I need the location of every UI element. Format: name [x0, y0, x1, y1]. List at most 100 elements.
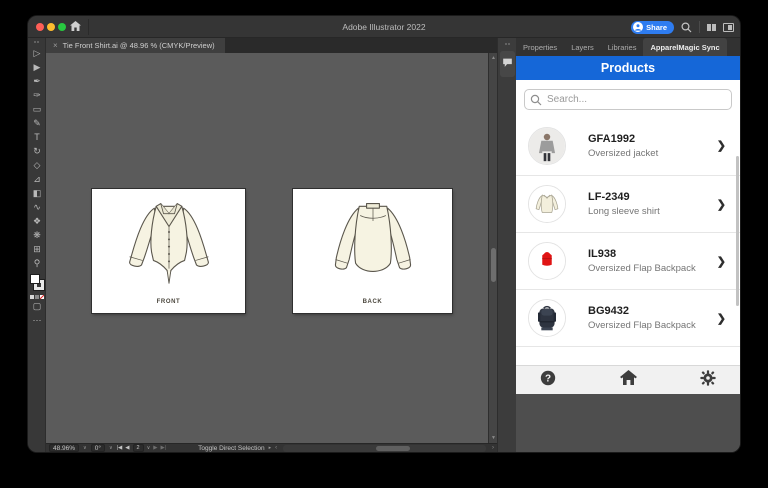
product-code: LF-2349 — [588, 191, 630, 203]
edit-toolbar-icon[interactable]: ⋯ — [28, 313, 46, 327]
blend-tool-icon[interactable]: ❖ — [28, 214, 46, 228]
statusbar: 48.96% ∨ 0° ∨ |◀ ◀ 2 ∨ ▶ ▶| Toggle Direc… — [46, 443, 497, 452]
pencil-tool-icon[interactable]: ∿ — [28, 200, 46, 214]
hscroll-right-icon[interactable]: › — [492, 445, 494, 451]
artboard-navigation: |◀ ◀ 2 ∨ ▶ ▶| — [117, 444, 166, 452]
artboard-dropdown-icon[interactable]: ∨ — [147, 445, 151, 451]
dock-handle[interactable] — [498, 40, 516, 48]
paintbrush-tool-icon[interactable]: ✎ — [28, 116, 46, 130]
tab-properties[interactable]: Properties — [516, 38, 564, 56]
workspace-switcher-icon[interactable] — [707, 23, 716, 31]
plugin-footer: ? — [516, 365, 740, 394]
chevron-right-icon[interactable]: ❯ — [717, 198, 726, 211]
share-button[interactable]: Share — [631, 20, 674, 34]
symbol-sprayer-tool-icon[interactable]: ❋ — [28, 228, 46, 242]
curvature-tool-icon[interactable]: ✑ — [28, 88, 46, 102]
tools-panel-handle[interactable] — [28, 38, 45, 46]
color-mode-buttons[interactable] — [28, 295, 45, 299]
product-row-gfa1992[interactable]: GFA1992 Oversized jacket ❯ — [516, 116, 740, 176]
last-artboard-icon[interactable]: ▶| — [160, 445, 166, 451]
rotation-field[interactable]: 0° — [90, 444, 105, 452]
fill-stroke-swatches[interactable] — [28, 273, 46, 293]
product-description: Long sleeve shirt — [588, 206, 660, 217]
comments-panel-button[interactable] — [499, 51, 515, 77]
product-thumbnail-gfa1992 — [528, 126, 566, 165]
zoom-tool-icon[interactable]: ⚲ — [28, 256, 46, 270]
artboard-front[interactable]: FRONT — [91, 188, 246, 314]
artboard-back-label: BACK — [362, 299, 383, 305]
zoom-dropdown-icon[interactable]: ∨ — [83, 445, 87, 451]
shirt-front-drawing — [114, 193, 224, 298]
product-search — [524, 89, 732, 110]
hscroll-left-icon[interactable]: ‹ — [275, 445, 277, 451]
horizontal-scroll-thumb[interactable] — [376, 445, 411, 451]
screenshot-stage: Adobe Illustrator 2022 Share × Tie Front… — [0, 0, 768, 488]
search-icon[interactable] — [681, 21, 692, 33]
scale-tool-icon[interactable]: ⊿ — [28, 172, 46, 186]
artboard-number-field[interactable]: 2 — [132, 444, 144, 452]
zoom-level-field[interactable]: 48.96% — [49, 444, 80, 452]
search-input[interactable] — [524, 89, 732, 110]
tab-layers[interactable]: Layers — [564, 38, 601, 56]
chevron-right-icon[interactable]: ❯ — [717, 255, 726, 268]
next-artboard-icon[interactable]: ▶ — [153, 445, 157, 451]
rectangle-tool-icon[interactable]: ▭ — [28, 102, 46, 116]
tab-apparelmagic-sync[interactable]: ApparelMagic Sync — [643, 38, 727, 56]
product-info: IL938 Oversized Flap Backpack — [588, 248, 717, 274]
home-nav-button[interactable] — [619, 370, 637, 390]
chevron-right-icon[interactable]: ❯ — [717, 312, 726, 325]
right-panel: Properties Layers Libraries ApparelMagic… — [516, 38, 740, 452]
comment-bubble-icon — [502, 55, 513, 73]
close-document-icon[interactable]: × — [53, 41, 58, 50]
plugin-header-title: Products — [600, 61, 656, 75]
vertical-scroll-thumb[interactable] — [491, 248, 496, 282]
product-row-lf2349[interactable]: LF-2349 Long sleeve shirt ❯ — [516, 176, 740, 233]
pen-tool-icon[interactable]: ✒ — [28, 74, 46, 88]
chevron-right-icon[interactable]: ❯ — [717, 139, 726, 152]
search-field-icon — [530, 93, 542, 111]
screen-mode-icon[interactable]: ▢ — [28, 299, 46, 313]
titlebar: Adobe Illustrator 2022 Share — [28, 16, 740, 38]
product-thumbnail-lf2349 — [528, 185, 566, 223]
arrange-documents-icon[interactable] — [723, 22, 734, 32]
titlebar-controls-divider — [699, 21, 700, 33]
gradient-tool-icon[interactable]: ◧ — [28, 186, 46, 200]
product-row-il938[interactable]: IL938 Oversized Flap Backpack ❯ — [516, 233, 740, 290]
document-tab-title: Tie Front Shirt.ai @ 48.96 % (CMYK/Previ… — [62, 41, 215, 50]
selection-tool-icon[interactable]: ▷ — [28, 46, 46, 60]
panel-empty-area — [516, 394, 740, 452]
product-row-bg9432[interactable]: BG9432 Oversized Flap Backpack ❯ — [516, 290, 740, 347]
rotation-dropdown-icon[interactable]: ∨ — [109, 445, 113, 451]
apparelmagic-plugin: Products Search... GFA1992 Oversized jac… — [516, 56, 740, 394]
product-thumbnail-il938 — [528, 242, 566, 280]
artboard-back[interactable]: BACK — [292, 188, 453, 314]
previous-artboard-icon[interactable]: ◀ — [125, 445, 129, 451]
status-hint-arrow-icon[interactable]: ▸ — [269, 445, 272, 451]
type-tool-icon[interactable]: T — [28, 130, 46, 144]
panel-tabbar: Properties Layers Libraries ApparelMagic… — [516, 38, 740, 56]
canvas-horizontal-scrollbar[interactable] — [283, 444, 486, 452]
share-button-label: Share — [646, 22, 667, 32]
document-tab[interactable]: × Tie Front Shirt.ai @ 48.96 % (CMYK/Pre… — [46, 38, 225, 53]
product-code: GFA1992 — [588, 132, 636, 145]
product-code: IL938 — [588, 248, 617, 260]
shirt-back-drawing — [318, 193, 428, 298]
product-list: GFA1992 Oversized jacket ❯ LF-2349 Long … — [516, 116, 740, 347]
artboard-tool-icon[interactable]: ⊞ — [28, 242, 46, 256]
canvas[interactable]: FRONT BACK — [46, 53, 488, 443]
collapsed-panel-dock — [497, 38, 516, 452]
illustrator-window: Adobe Illustrator 2022 Share × Tie Front… — [28, 16, 740, 452]
fill-swatch[interactable] — [30, 274, 40, 284]
product-description: Oversized Flap Backpack — [588, 320, 696, 331]
plugin-scrollbar[interactable] — [736, 156, 739, 306]
product-description: Oversized Flap Backpack — [588, 263, 696, 274]
direct-selection-tool-icon[interactable]: ▶ — [28, 60, 46, 74]
settings-button[interactable] — [700, 369, 716, 391]
first-artboard-icon[interactable]: |◀ — [117, 445, 123, 451]
canvas-vertical-scrollbar[interactable]: ▲ ▼ — [488, 53, 497, 443]
eraser-tool-icon[interactable]: ◇ — [28, 158, 46, 172]
document-tabbar: × Tie Front Shirt.ai @ 48.96 % (CMYK/Pre… — [46, 38, 497, 53]
rotate-tool-icon[interactable]: ↻ — [28, 144, 46, 158]
help-button[interactable]: ? — [540, 370, 556, 391]
tab-libraries[interactable]: Libraries — [601, 38, 644, 56]
